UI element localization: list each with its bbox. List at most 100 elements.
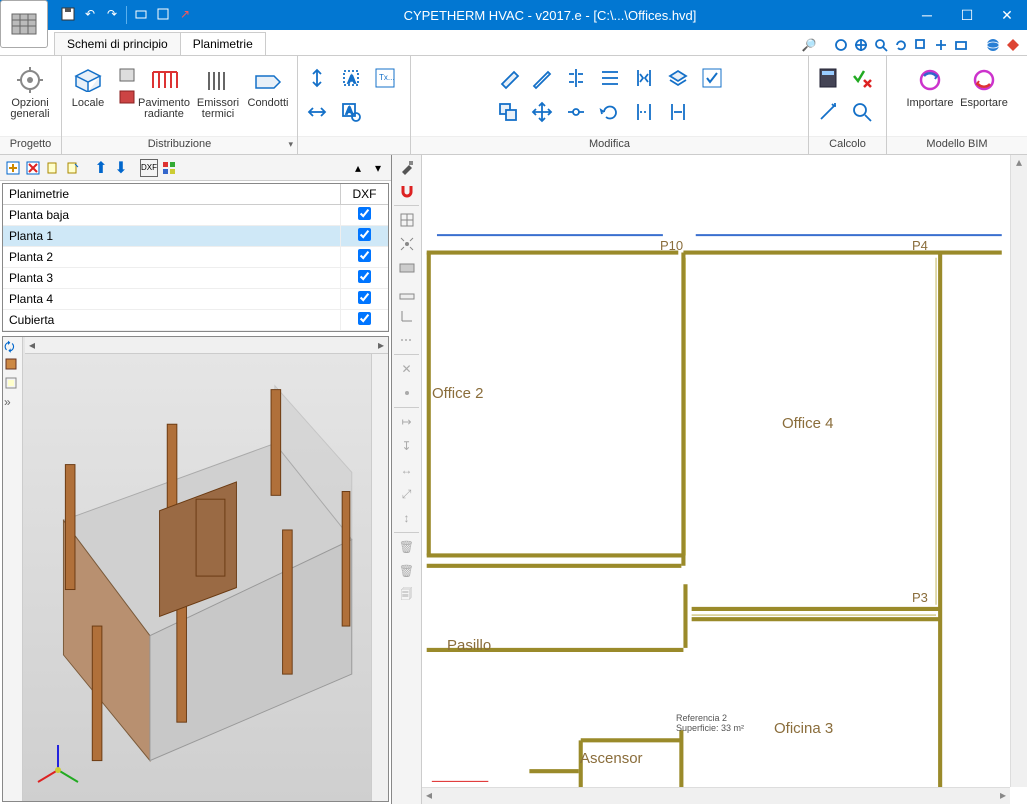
preview-scrollbar-v[interactable] [371, 354, 388, 801]
dir-right-icon[interactable]: ↦ [392, 410, 421, 434]
print-icon[interactable] [133, 6, 149, 22]
zoom-window-icon[interactable] [913, 37, 929, 53]
dir-down-icon[interactable]: ↧ [392, 434, 421, 458]
3d-cube-icon[interactable] [4, 357, 22, 375]
modify-edit[interactable] [527, 63, 557, 93]
delete-icon[interactable] [24, 159, 42, 177]
calc-wand[interactable] [813, 97, 843, 127]
row-dxf-checkbox[interactable] [340, 289, 388, 309]
row-dxf-checkbox[interactable] [340, 205, 388, 225]
importare-button[interactable]: Importare [904, 60, 956, 111]
copy2-icon[interactable]: 🗐 [392, 583, 421, 607]
dim-cross-icon[interactable]: ✕ [392, 357, 421, 381]
row-dxf-checkbox[interactable] [340, 310, 388, 330]
canvas-scrollbar-v[interactable]: ▴ [1010, 155, 1027, 787]
snap-point-icon[interactable] [392, 232, 421, 256]
save-icon[interactable] [60, 6, 76, 22]
tab-planimetrie[interactable]: Planimetrie [180, 32, 266, 55]
modify-erase[interactable] [493, 63, 523, 93]
snap-ruler-icon[interactable] [392, 280, 421, 304]
snap-guide-icon[interactable] [392, 328, 421, 352]
globe-icon[interactable] [985, 37, 1001, 53]
modify-extend[interactable] [663, 97, 693, 127]
print-view-icon[interactable] [953, 37, 969, 53]
maximize-button[interactable]: ☐ [947, 0, 987, 30]
redo-icon[interactable]: ↷ [104, 6, 120, 22]
table-row[interactable]: Planta baja [3, 205, 388, 226]
3d-proj-icon[interactable] [4, 376, 22, 394]
dir-diag-icon[interactable]: ⤢ [392, 482, 421, 506]
table-row[interactable]: Planta 4 [3, 289, 388, 310]
tool-a-frame[interactable]: A [336, 63, 366, 93]
table-row[interactable]: Planta 3 [3, 268, 388, 289]
modify-split-v[interactable] [561, 63, 591, 93]
export-icon[interactable]: ↗ [177, 6, 193, 22]
3d-expand-icon[interactable]: » [4, 395, 22, 413]
tool-hammer-icon[interactable] [392, 155, 421, 179]
add-icon[interactable] [4, 159, 22, 177]
modify-align[interactable] [595, 63, 625, 93]
down-icon[interactable]: ⬇ [112, 159, 130, 177]
emissori-button[interactable]: Emissori termici [194, 60, 242, 122]
group-expand-icon[interactable]: ▾ [288, 139, 293, 150]
grid-icon[interactable] [160, 159, 178, 177]
snap-keyboard-icon[interactable] [392, 256, 421, 280]
modify-trim[interactable] [629, 63, 659, 93]
collapse-down-icon[interactable]: ▾ [369, 159, 387, 177]
tool-a-zoom[interactable]: A [336, 97, 366, 127]
snap-perp-icon[interactable] [392, 304, 421, 328]
nav-icon-1[interactable] [833, 37, 849, 53]
row-dxf-checkbox[interactable] [340, 247, 388, 267]
trash2-icon[interactable]: 🗑 [392, 559, 421, 583]
modify-layer[interactable] [663, 63, 693, 93]
help-icon[interactable] [1005, 37, 1021, 53]
calc-calculator[interactable] [813, 63, 843, 93]
pavimento-button[interactable]: Pavimento radiante [136, 60, 192, 122]
tab-schemi[interactable]: Schemi di principio [54, 32, 181, 55]
pan-icon[interactable] [933, 37, 949, 53]
tool-magnet-icon[interactable] [392, 179, 421, 203]
table-row[interactable]: Planta 1 [3, 226, 388, 247]
canvas-scrollbar-h[interactable]: ◂▸ [422, 787, 1010, 804]
calc-check-x[interactable] [847, 63, 877, 93]
calc-search[interactable] [847, 97, 877, 127]
preview-3d-viewport[interactable]: 🗘 » ◂▸ [2, 336, 389, 802]
modify-rotate[interactable] [595, 97, 625, 127]
modify-check[interactable] [697, 63, 727, 93]
preview-scrollbar-h[interactable]: ◂▸ [25, 337, 388, 354]
zoom-icon[interactable] [873, 37, 889, 53]
modify-move-cross[interactable] [527, 97, 557, 127]
close-button[interactable]: ✕ [987, 0, 1027, 30]
snap-grid-icon[interactable] [392, 208, 421, 232]
opzioni-generali-button[interactable]: Opzioni generali [4, 60, 56, 122]
modify-copy[interactable] [493, 97, 523, 127]
dir-updown-icon[interactable]: ↕ [392, 506, 421, 530]
app-icon[interactable] [0, 0, 48, 48]
dxf-icon[interactable]: DXF [140, 159, 158, 177]
row-dxf-checkbox[interactable] [340, 226, 388, 246]
modify-gap[interactable] [629, 97, 659, 127]
table-row[interactable]: Planta 2 [3, 247, 388, 268]
tool-tx[interactable]: Tx... [370, 63, 400, 93]
binoculars-icon[interactable]: 🔎 [801, 37, 817, 53]
collapse-up-icon[interactable]: ▴ [349, 159, 367, 177]
dir-both-icon[interactable]: ↔ [392, 458, 421, 482]
3d-orbit-icon[interactable]: 🗘 [4, 338, 22, 356]
tool-move-h[interactable] [302, 97, 332, 127]
box-icon[interactable] [155, 6, 171, 22]
condotti-button[interactable]: Condotti [244, 60, 292, 111]
trash-icon[interactable]: 🗑 [392, 535, 421, 559]
up-icon[interactable]: ⬆ [92, 159, 110, 177]
modify-node[interactable] [561, 97, 591, 127]
table-row[interactable]: Cubierta [3, 310, 388, 331]
refresh-icon[interactable] [893, 37, 909, 53]
dim-dot-icon[interactable] [392, 381, 421, 405]
copy-page-icon[interactable] [44, 159, 62, 177]
floorplan-viewport[interactable]: P10 P4 P3 Office 2 Office 4 Pasillo Asce… [422, 155, 1027, 804]
tool-move-v[interactable] [302, 63, 332, 93]
locale-button[interactable]: Locale [66, 60, 110, 111]
minimize-button[interactable]: ─ [907, 0, 947, 30]
nav-icon-2[interactable] [853, 37, 869, 53]
esportare-button[interactable]: Esportare [958, 60, 1010, 111]
undo-icon[interactable]: ↶ [82, 6, 98, 22]
